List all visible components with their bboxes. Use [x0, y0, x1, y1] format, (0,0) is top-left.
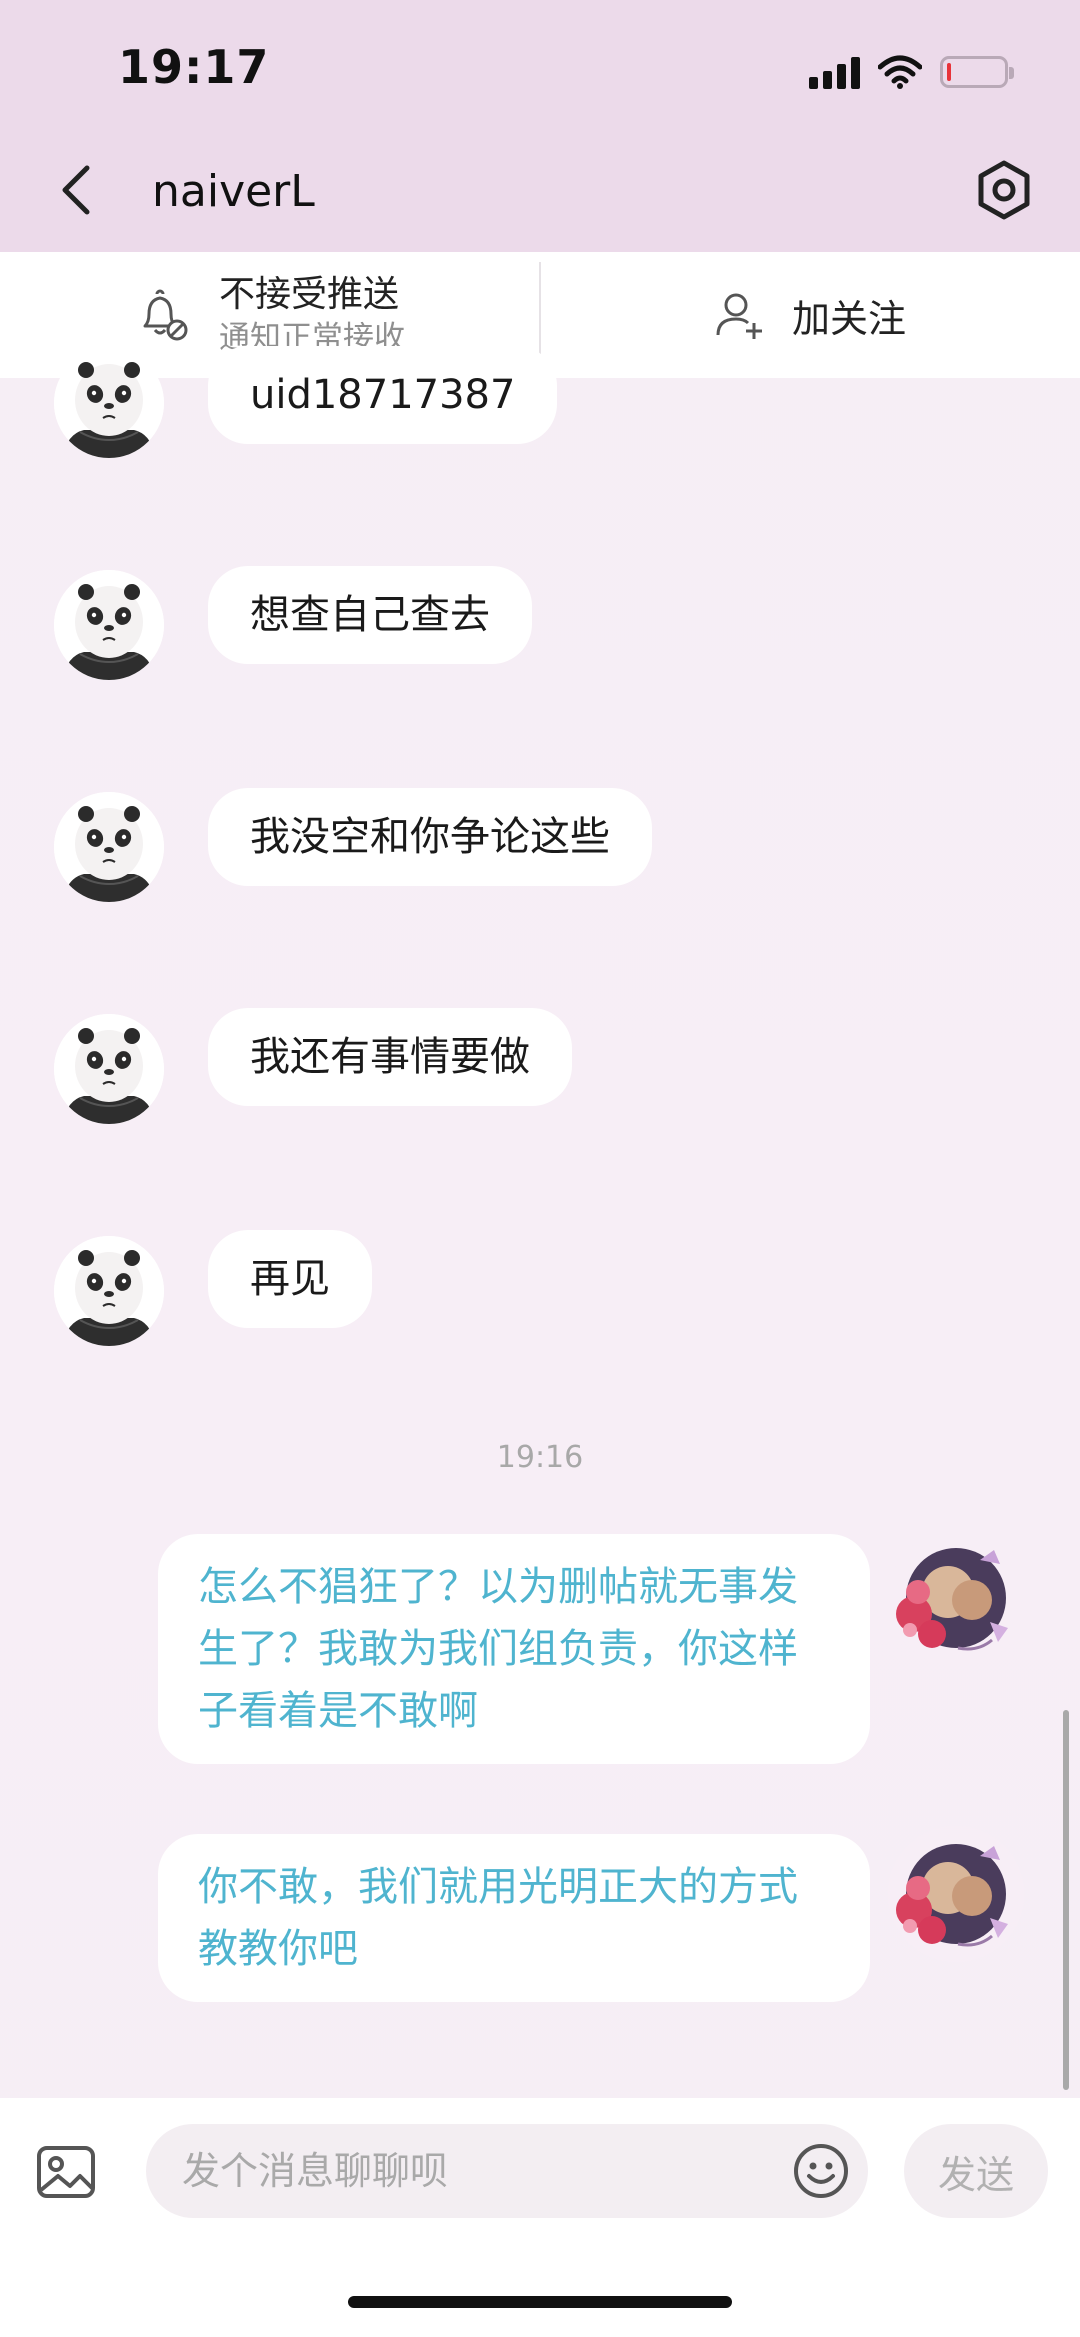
image-picker-icon[interactable]: [34, 2140, 98, 2204]
send-button[interactable]: 发送: [904, 2124, 1048, 2218]
status-icons: [809, 52, 1014, 92]
outgoing-message[interactable]: 怎么不猖狂了？以为删帖就无事发生了？我敢为我们组负责，你这样子看着是不敢啊: [158, 1534, 870, 1764]
incoming-message[interactable]: 我还有事情要做: [208, 1008, 572, 1106]
contact-avatar[interactable]: [54, 1236, 164, 1346]
chevron-left-icon: [62, 165, 90, 215]
home-indicator[interactable]: [348, 2296, 732, 2308]
nav-bar: naiverL: [0, 128, 1080, 252]
outgoing-message[interactable]: 你不敢，我们就用光明正大的方式教教你吧: [158, 1834, 870, 2002]
my-avatar[interactable]: [888, 1530, 1024, 1666]
bell-off-icon: [143, 289, 188, 341]
contact-avatar[interactable]: [54, 792, 164, 902]
my-avatar[interactable]: [888, 1826, 1024, 1962]
signal-icon: [809, 55, 860, 89]
battery-icon: [940, 56, 1014, 88]
incoming-message[interactable]: uid18717387: [208, 346, 558, 444]
mute-push-label: 不接受推送: [219, 274, 400, 315]
emoji-icon[interactable]: [792, 2142, 850, 2200]
message-timestamp: 19:16: [496, 1440, 584, 1475]
contact-avatar[interactable]: [54, 570, 164, 680]
follow-label: 加关注: [791, 296, 906, 341]
status-bar: 19:17: [0, 0, 1080, 128]
status-time: 19:17: [118, 40, 270, 94]
wifi-icon: [878, 55, 922, 89]
incoming-message[interactable]: 我没空和你争论这些: [208, 788, 652, 886]
back-button[interactable]: [48, 158, 104, 222]
incoming-message[interactable]: 想查自己查去: [208, 566, 532, 664]
settings-button[interactable]: [968, 154, 1040, 226]
add-user-icon: [716, 293, 762, 339]
contact-avatar[interactable]: [54, 348, 164, 458]
chat-title: naiverL: [152, 166, 315, 217]
contact-avatar[interactable]: [54, 1014, 164, 1124]
scrollbar[interactable]: [1063, 1710, 1069, 2090]
follow-button[interactable]: 加关注: [540, 252, 1080, 378]
incoming-message[interactable]: 再见: [208, 1230, 372, 1328]
settings-hexagon-icon: [978, 160, 1030, 220]
battery-level: [947, 63, 951, 81]
message-input[interactable]: [146, 2124, 868, 2218]
